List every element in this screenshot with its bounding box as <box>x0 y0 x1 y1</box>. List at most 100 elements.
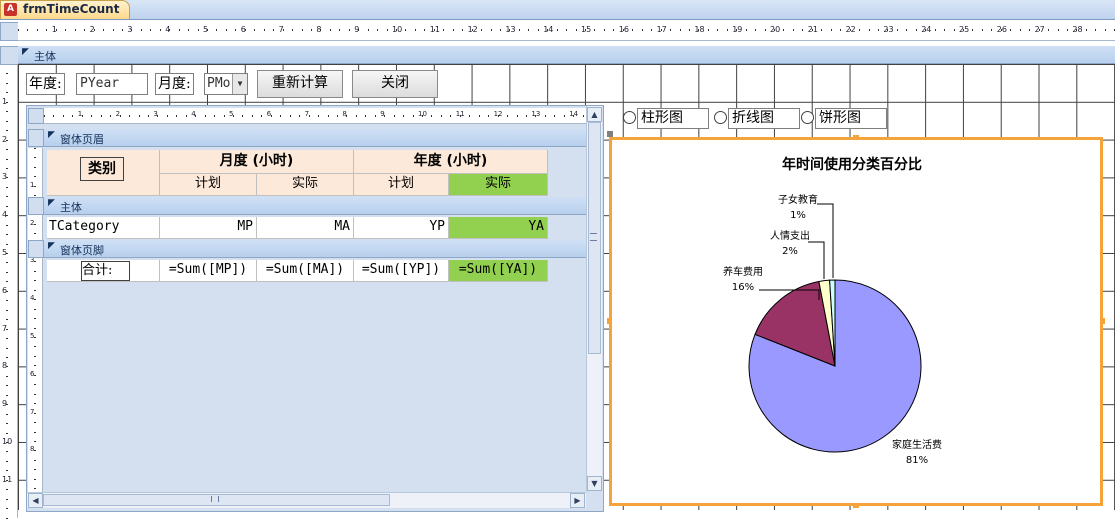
sum-month-actual-field[interactable]: =Sum([MA]) <box>257 260 354 282</box>
ruler-tick <box>575 29 577 31</box>
month-actual-header: 实际 <box>257 174 354 196</box>
ruler-tick <box>62 115 64 117</box>
category-header-cell: 类别 <box>47 150 160 196</box>
resize-handle[interactable] <box>853 135 859 139</box>
ruler-number: 2 <box>115 110 121 118</box>
sum-year-actual-field[interactable]: =Sum([YA]) <box>449 260 548 282</box>
year-actual-field[interactable]: YA <box>449 217 548 239</box>
ruler-tick <box>440 115 442 117</box>
ruler-tick <box>197 29 199 31</box>
ruler-tick <box>6 130 8 132</box>
ruler-tick <box>6 262 8 264</box>
recalculate-button[interactable]: 重新计算 <box>257 70 343 98</box>
main-section-bar[interactable]: ◤ 主体 <box>18 46 1115 64</box>
subform-footer-section-bar[interactable]: ◤ 窗体页脚 <box>44 240 586 258</box>
category-field[interactable]: TCategory <box>47 217 160 239</box>
ruler-tick <box>159 29 161 31</box>
ruler-tick <box>289 115 291 117</box>
subform-header-selector[interactable] <box>28 129 44 147</box>
ruler-tick <box>972 29 974 31</box>
ruler-tick <box>34 365 36 367</box>
subform-detail-selector[interactable] <box>28 197 44 215</box>
ruler-tick <box>214 115 216 117</box>
main-section-label: 主体 <box>34 50 56 63</box>
sum-year-plan-field[interactable]: =Sum([YP]) <box>354 260 449 282</box>
ruler-tick <box>34 469 36 471</box>
year-input[interactable]: PYear <box>76 73 148 95</box>
scroll-up-icon[interactable]: ▲ <box>587 107 602 122</box>
ruler-tick <box>6 375 8 377</box>
subform-corner[interactable] <box>28 108 44 124</box>
ruler-tick <box>6 120 8 122</box>
ruler-number: 4 <box>165 25 171 34</box>
ruler-tick <box>34 233 36 235</box>
ruler-number: 1 <box>30 180 35 189</box>
ruler-tick <box>204 115 206 117</box>
ruler-tick <box>34 403 36 405</box>
ruler-tick <box>403 115 405 117</box>
month-plan-header: 计划 <box>160 174 257 196</box>
ruler-number: 8 <box>30 445 35 454</box>
month-actual-field[interactable]: MA <box>257 217 354 239</box>
ruler-number: 23 <box>883 25 894 34</box>
scroll-down-icon[interactable]: ▼ <box>587 476 602 491</box>
ruler-number: 5 <box>203 25 209 34</box>
ruler-tick <box>991 29 993 31</box>
resize-handle[interactable] <box>853 504 859 508</box>
ruler-number: 7 <box>278 25 284 34</box>
ruler-number: 17 <box>656 25 667 34</box>
document-tab[interactable]: A frmTimeCount <box>0 0 130 19</box>
chevron-down-icon[interactable]: ▼ <box>232 74 247 94</box>
option-pie-chart-label: 饼形图 <box>815 108 887 129</box>
section-selector[interactable] <box>0 46 19 65</box>
ruler-tick <box>27 29 29 31</box>
chart-frame[interactable]: 年时间使用分类百分比 家庭生活费 81% 养车费用 16% 人情支出 2% 子女教育 1% <box>609 137 1103 506</box>
scroll-left-icon[interactable]: ◀ <box>28 493 43 508</box>
scroll-right-icon[interactable]: ▶ <box>570 493 585 508</box>
ruler-number: 3 <box>2 172 8 182</box>
grip-icon <box>590 233 597 241</box>
total-label[interactable]: 合计: <box>81 261 130 281</box>
subform-horizontal-ruler[interactable]: 1 2 3 4 5 6 7 8 9 10 11 12 13 14 <box>44 108 586 124</box>
resize-handle[interactable] <box>607 318 611 324</box>
ruler-tick <box>34 440 36 442</box>
vertical-ruler[interactable]: 1 2 3 4 5 6 7 8 9 10 11 <box>0 64 18 519</box>
ruler-tick <box>6 196 8 198</box>
ruler-corner[interactable] <box>0 22 19 41</box>
ruler-number: 20 <box>770 25 781 34</box>
document-tab-title: frmTimeCount <box>23 2 120 16</box>
slice-label: 人情支出 <box>770 229 810 242</box>
ruler-number: 5 <box>30 332 35 340</box>
ruler-tick <box>414 29 416 31</box>
subform-header-section-bar[interactable]: ◤ 窗体页眉 <box>44 129 586 147</box>
ruler-tick <box>6 224 8 226</box>
ruler-tick <box>6 82 8 84</box>
ruler-number: 27 <box>1034 25 1045 34</box>
subform-detail-section-bar[interactable]: ◤ 主体 <box>44 197 586 215</box>
ruler-tick <box>707 29 709 31</box>
horizontal-ruler[interactable]: 1 2 3 4 5 6 7 8 9 10 11 12 13 14 15 16 17 18 19 20 21 22 23 24 2… <box>18 22 1115 41</box>
pie-chart: 年时间使用分类百分比 家庭生活费 81% 养车费用 16% 人情支出 2% 子女教育 1% <box>723 156 942 466</box>
sum-month-plan-field[interactable]: =Sum([MP]) <box>160 260 257 282</box>
ruler-number: 3 <box>153 110 158 118</box>
resize-handle[interactable] <box>1101 318 1105 324</box>
subform-footer-selector[interactable] <box>28 240 44 258</box>
ruler-tick <box>830 29 832 31</box>
ruler-tick <box>110 115 112 117</box>
ruler-tick <box>6 158 8 160</box>
year-plan-field[interactable]: YP <box>354 217 449 239</box>
ruler-tick <box>478 115 480 117</box>
ruler-tick <box>6 92 8 94</box>
chart-title: 年时间使用分类百分比 <box>782 156 922 173</box>
ruler-tick <box>452 29 454 31</box>
option-line-chart-radio[interactable] <box>714 111 727 124</box>
ruler-number: 8 <box>342 110 347 118</box>
ruler-tick <box>516 115 518 117</box>
month-plan-field[interactable]: MP <box>160 217 257 239</box>
option-pie-chart-radio[interactable] <box>801 111 814 124</box>
option-bar-chart-radio[interactable] <box>623 111 636 124</box>
ruler-tick <box>726 29 728 31</box>
ruler-tick <box>261 115 263 117</box>
close-button[interactable]: 关闭 <box>352 70 438 98</box>
month-select[interactable]: PMo ▼ <box>204 73 248 95</box>
